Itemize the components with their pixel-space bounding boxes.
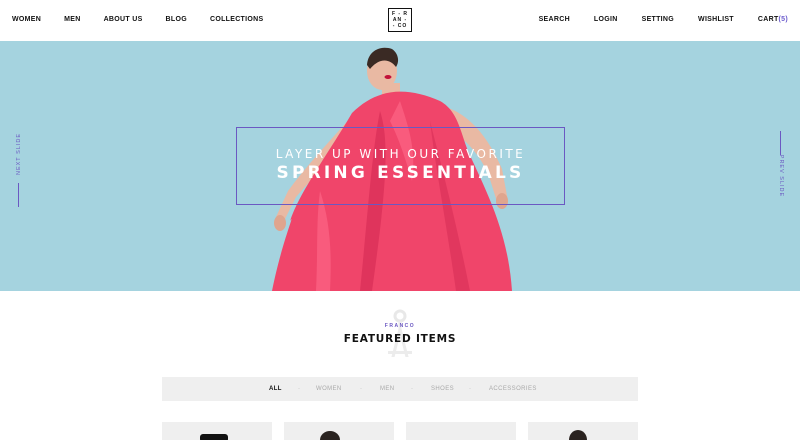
prev-slide-button[interactable]: PREV SLIDE xyxy=(776,131,786,221)
filter-separator: · xyxy=(469,386,471,392)
nav-setting[interactable]: SETTING xyxy=(642,16,674,23)
product-image xyxy=(200,434,228,440)
nav-men[interactable]: MEN xyxy=(64,16,80,23)
product-card[interactable] xyxy=(284,422,394,440)
filter-women[interactable]: WOMEN xyxy=(316,386,342,392)
product-card[interactable] xyxy=(162,422,272,440)
nav-blog[interactable]: BLOG xyxy=(166,16,187,23)
primary-nav: WOMEN MEN ABOUT US BLOG COLLECTIONS xyxy=(12,16,263,23)
cart-label: CART xyxy=(757,16,779,23)
utility-nav: SEARCH LOGIN SETTING WISHLIST CART(5) xyxy=(539,16,788,23)
cart-count-badge: (5) xyxy=(778,16,788,23)
next-slide-label: NEXT SLIDE xyxy=(16,133,22,175)
next-slide-line xyxy=(18,183,19,207)
nav-cart[interactable]: CART(5) xyxy=(758,16,788,23)
featured-title: FEATURED ITEMS xyxy=(343,333,457,345)
nav-about-us[interactable]: ABOUT US xyxy=(104,16,143,23)
product-card[interactable] xyxy=(406,422,516,440)
brand-logo[interactable]: F - R AN - - CO xyxy=(388,8,412,32)
filter-men[interactable]: MEN xyxy=(380,386,395,392)
site-header: WOMEN MEN ABOUT US BLOG COLLECTIONS F - … xyxy=(0,0,800,41)
filter-shoes[interactable]: SHOES xyxy=(431,386,454,392)
filter-separator: · xyxy=(360,386,362,392)
category-filter-bar: ALL · WOMEN · MEN · SHOES · ACCESSORIES xyxy=(162,377,638,401)
filter-all[interactable]: ALL xyxy=(269,386,282,392)
prev-slide-label: PREV SLIDE xyxy=(778,154,784,198)
filter-separator: · xyxy=(411,386,413,392)
nav-login[interactable]: LOGIN xyxy=(594,16,618,23)
nav-women[interactable]: WOMEN xyxy=(12,16,41,23)
filter-separator: · xyxy=(298,386,300,392)
filter-accessories[interactable]: ACCESSORIES xyxy=(489,386,537,392)
featured-section: FRANCO FEATURED ITEMS ALL · WOMEN · MEN … xyxy=(0,291,800,440)
product-image xyxy=(320,431,340,440)
product-card[interactable] xyxy=(528,422,638,440)
hero-slider: LAYER UP WITH OUR FAVORITE SPRING ESSENT… xyxy=(0,41,800,291)
hero-subtitle: LAYER UP WITH OUR FAVORITE xyxy=(275,147,526,161)
hero-title: SPRING ESSENTIALS xyxy=(276,163,525,183)
product-image xyxy=(569,430,587,440)
logo-line: - CO xyxy=(392,23,408,29)
nav-collections[interactable]: COLLECTIONS xyxy=(210,16,263,23)
hero-caption: LAYER UP WITH OUR FAVORITE SPRING ESSENT… xyxy=(236,147,565,183)
next-slide-button[interactable]: NEXT SLIDE xyxy=(14,131,24,221)
hanger-icon xyxy=(388,309,412,357)
nav-search[interactable]: SEARCH xyxy=(539,16,570,23)
featured-kicker: FRANCO xyxy=(384,323,416,329)
nav-wishlist[interactable]: WISHLIST xyxy=(698,16,734,23)
